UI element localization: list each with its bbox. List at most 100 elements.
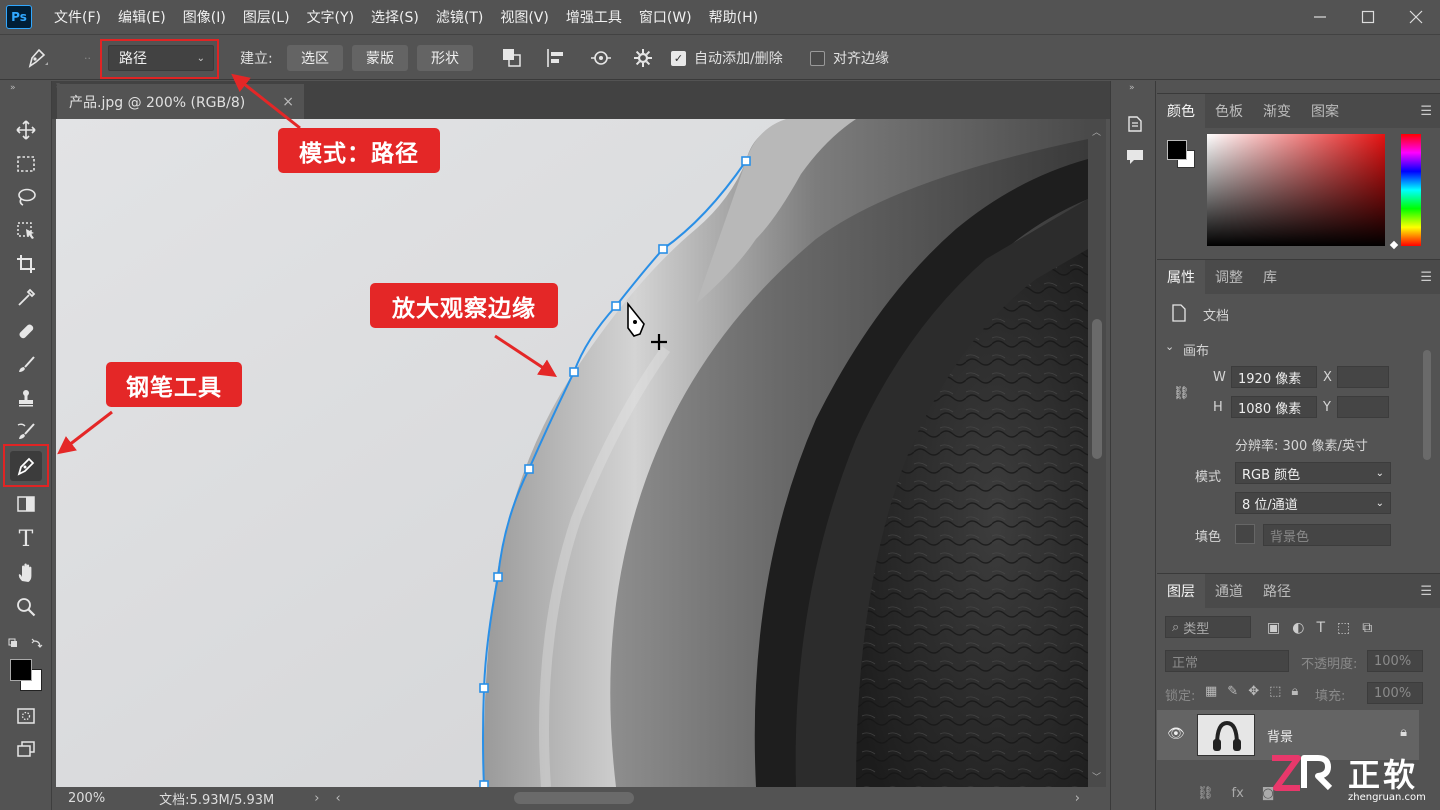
width-field[interactable]: 1920 像素 <box>1231 366 1317 388</box>
visibility-eye-icon[interactable]: 👁︎ <box>1167 726 1185 742</box>
auto-add-delete-checkbox[interactable]: ✓ <box>671 50 686 66</box>
history-brush-tool[interactable] <box>10 417 42 447</box>
opacity-field[interactable]: 100% <box>1367 650 1423 672</box>
scroll-down-icon[interactable]: ﹀ <box>1092 770 1101 783</box>
path-alignment-button[interactable] <box>544 35 568 81</box>
menu-window[interactable]: 窗口(W) <box>639 7 692 27</box>
link-layers-icon[interactable]: ⛓ <box>1197 786 1214 801</box>
tab-paths[interactable]: 路径 <box>1253 574 1301 608</box>
menu-image[interactable]: 图像(I) <box>183 7 226 27</box>
panel-menu-icon[interactable]: ☰ <box>1420 270 1432 285</box>
shape-filter-icon[interactable]: ⬚ <box>1337 620 1350 636</box>
canvas-area[interactable] <box>56 119 1088 787</box>
lock-transparency-icon[interactable]: ▦ <box>1205 684 1217 699</box>
scroll-left-icon[interactable]: ‹ <box>335 791 340 806</box>
tab-gradients[interactable]: 渐变 <box>1253 94 1301 128</box>
lock-artboard-icon[interactable]: ⬚ <box>1269 684 1281 699</box>
menu-filter[interactable]: 滤镜(T) <box>436 7 483 27</box>
brush-tool[interactable] <box>10 350 42 380</box>
x-field[interactable] <box>1337 366 1389 388</box>
maximize-button[interactable] <box>1344 0 1392 34</box>
hue-slider[interactable] <box>1401 134 1421 246</box>
scroll-thumb[interactable] <box>1092 319 1102 459</box>
blend-mode-select[interactable]: 正常 <box>1165 650 1289 672</box>
collapse-toolbar-icon[interactable]: » <box>10 83 16 93</box>
properties-scroll-thumb[interactable] <box>1423 350 1431 460</box>
height-field[interactable]: 1080 像素 <box>1231 396 1317 418</box>
scroll-right-icon[interactable]: › <box>1075 791 1080 806</box>
menu-file[interactable]: 文件(F) <box>54 7 101 27</box>
menu-layer[interactable]: 图层(L) <box>243 7 290 27</box>
menu-view[interactable]: 视图(V) <box>500 7 549 27</box>
marquee-tool[interactable] <box>10 149 42 179</box>
panel-menu-icon[interactable]: ☰ <box>1420 584 1432 599</box>
lock-pixels-icon[interactable]: ✎ <box>1227 684 1238 699</box>
link-icon[interactable]: ⛓ <box>1173 386 1190 401</box>
path-arrangement-button[interactable] <box>588 35 614 81</box>
move-tool[interactable] <box>10 115 42 145</box>
crop-tool[interactable] <box>10 249 42 279</box>
adjustment-filter-icon[interactable]: ◐ <box>1292 620 1304 636</box>
quick-mask-button[interactable] <box>10 701 42 731</box>
type-tool[interactable]: T <box>10 524 42 554</box>
color-foreground-swatch[interactable] <box>1167 140 1187 160</box>
horizontal-scroll-thumb[interactable] <box>514 792 634 804</box>
image-filter-icon[interactable]: ▣ <box>1267 620 1280 636</box>
lock-all-icon[interactable]: 🔒︎ <box>1291 684 1298 699</box>
fill-field[interactable]: 100% <box>1367 682 1423 704</box>
close-window-button[interactable] <box>1392 0 1440 34</box>
scroll-up-icon[interactable]: ︿ <box>1092 125 1101 138</box>
tab-swatches[interactable]: 色板 <box>1205 94 1253 128</box>
bit-depth-select[interactable]: 8 位/通道 ⌄ <box>1235 492 1391 514</box>
smart-object-filter-icon[interactable]: ⧉ <box>1362 620 1372 636</box>
y-field[interactable] <box>1337 396 1389 418</box>
tab-color[interactable]: 颜色 <box>1157 94 1205 128</box>
vertical-scrollbar[interactable]: ︿ ﹀ <box>1088 119 1106 787</box>
panel-menu-icon[interactable]: ☰ <box>1420 104 1432 119</box>
lasso-tool[interactable] <box>10 182 42 212</box>
layer-name[interactable]: 背景 <box>1267 726 1293 745</box>
healing-brush-tool[interactable] <box>10 316 42 346</box>
gradient-tool[interactable] <box>10 489 42 519</box>
document-tab[interactable]: 产品.jpg @ 200% (RGB/8) × <box>57 84 304 119</box>
zoom-level[interactable]: 200% <box>68 791 105 806</box>
path-operations-button[interactable] <box>500 35 524 81</box>
settings-button[interactable] <box>632 35 654 81</box>
color-picker-field[interactable] <box>1207 134 1385 246</box>
make-selection-button[interactable]: 选区 <box>287 45 343 71</box>
fill-select[interactable]: 背景色 <box>1263 524 1391 546</box>
swap-reset-colors[interactable] <box>8 637 44 653</box>
align-edges-option[interactable]: 对齐边缘 <box>810 35 889 81</box>
status-menu-icon[interactable]: › <box>314 791 319 806</box>
screen-mode-button[interactable] <box>10 734 42 764</box>
tool-preset-picker[interactable] <box>22 35 52 81</box>
menu-type[interactable]: 文字(Y) <box>307 7 354 27</box>
tab-adjustments[interactable]: 调整 <box>1205 260 1253 294</box>
eyedropper-tool[interactable] <box>10 283 42 313</box>
zoom-tool[interactable] <box>10 592 42 622</box>
collapse-dock-icon[interactable]: » <box>1129 83 1135 93</box>
make-shape-button[interactable]: 形状 <box>417 45 473 71</box>
menu-help[interactable]: 帮助(H) <box>709 7 758 27</box>
tab-libraries[interactable]: 库 <box>1253 260 1287 294</box>
menu-enhance[interactable]: 增强工具 <box>566 7 622 27</box>
minimize-button[interactable] <box>1296 0 1344 34</box>
tab-channels[interactable]: 通道 <box>1205 574 1253 608</box>
color-mode-select[interactable]: RGB 颜色 ⌄ <box>1235 462 1391 484</box>
fx-icon[interactable]: fx <box>1232 786 1244 801</box>
foreground-color-swatch[interactable] <box>10 659 32 681</box>
make-mask-button[interactable]: 蒙版 <box>352 45 408 71</box>
align-edges-checkbox[interactable] <box>810 50 825 66</box>
menu-edit[interactable]: 编辑(E) <box>118 7 166 27</box>
history-panel-button[interactable] <box>1125 113 1145 139</box>
auto-add-delete-option[interactable]: ✓ 自动添加/删除 <box>671 35 783 81</box>
hand-tool[interactable] <box>10 558 42 588</box>
layer-filter-select[interactable]: ⌕ 类型 <box>1165 616 1251 638</box>
type-filter-icon[interactable]: T <box>1316 620 1325 636</box>
chevron-down-icon[interactable]: ⌄ <box>1165 340 1174 353</box>
lock-position-icon[interactable]: ✥ <box>1248 684 1259 699</box>
tab-patterns[interactable]: 图案 <box>1301 94 1349 128</box>
fill-color-swatch[interactable] <box>1235 524 1255 544</box>
menu-select[interactable]: 选择(S) <box>371 7 419 27</box>
tab-properties[interactable]: 属性 <box>1157 260 1205 294</box>
